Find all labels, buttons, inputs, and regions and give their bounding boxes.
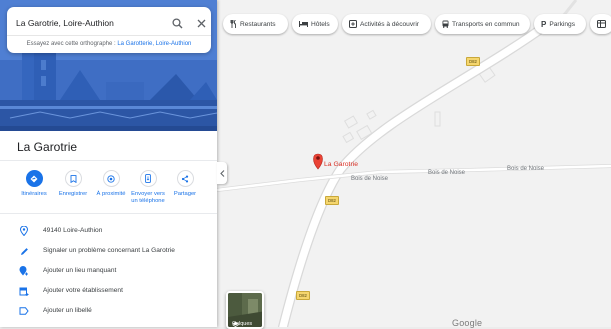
search-input[interactable] (16, 16, 156, 30)
chevron-left-icon (219, 169, 224, 177)
storefront-icon (18, 285, 30, 297)
place-actions: Itinéraires Enregistrer À proximité Envo… (12, 170, 212, 210)
layers-label: Calques (232, 321, 252, 327)
road-label: Bois de Noise (507, 166, 545, 172)
directions-icon (25, 170, 43, 187)
location-pin-icon (18, 225, 30, 237)
address-row[interactable]: 49140 Loire-Authion (0, 222, 217, 242)
suggestion-prefix: Essayez avec cette orthographe : (26, 41, 118, 47)
row-text: Ajouter votre établissement (43, 287, 123, 294)
add-missing-place-row[interactable]: Ajouter un lieu manquant (0, 262, 217, 282)
chip-parking[interactable]: P Parkings (534, 14, 586, 34)
report-problem-row[interactable]: Signaler un problème concernant La Garot… (0, 242, 217, 262)
chip-label: Activités à découvrir (360, 20, 419, 28)
directions-button[interactable]: Itinéraires (12, 170, 56, 198)
restaurant-icon (230, 20, 237, 28)
row-text: Signaler un problème concernant La Garot… (43, 247, 175, 254)
action-label-line2: un téléphone (131, 198, 165, 204)
search-box: Essayez avec cette orthographe : La Garo… (7, 7, 211, 53)
road-label: Bois de Noise (428, 170, 466, 176)
action-label: Partager (173, 191, 197, 197)
pin-label[interactable]: La Garotrie (324, 161, 358, 168)
place-panel: Essayez avec cette orthographe : La Garo… (0, 0, 217, 327)
layers-button[interactable]: Calques (226, 291, 264, 329)
chip-label: Hôtels (311, 20, 330, 28)
place-pin (313, 153, 323, 170)
divider (0, 160, 217, 161)
hotel-icon (299, 21, 308, 27)
road-shield: D82 (325, 196, 339, 205)
row-text: 49140 Loire-Authion (43, 227, 103, 234)
chip-transit[interactable]: Transports en commun (435, 14, 530, 34)
more-categories-icon (597, 20, 606, 28)
page-title: La Garotrie (17, 140, 78, 154)
road-shield: D82 (296, 291, 310, 300)
close-icon[interactable] (193, 15, 209, 31)
add-place-icon (18, 265, 30, 277)
add-business-row[interactable]: Ajouter votre établissement (0, 282, 217, 302)
label-icon (18, 305, 30, 317)
search-icon[interactable] (169, 15, 185, 31)
edit-icon (18, 245, 30, 257)
spelling-suggestion: Essayez avec cette orthographe : La Garo… (7, 35, 211, 54)
road-shield: D82 (466, 57, 480, 66)
bus-icon (442, 20, 449, 28)
row-text: Ajouter un lieu manquant (43, 267, 117, 274)
action-label: Itinéraires (21, 191, 47, 197)
suggestion-link[interactable]: La Garotterie, Loire-Authion (117, 41, 191, 47)
row-text: Ajouter un libellé (43, 307, 92, 314)
phone-icon (139, 170, 157, 187)
chip-restaurants[interactable]: Restaurants (223, 14, 288, 34)
divider (0, 213, 217, 214)
road-label: Bois de Noise (351, 176, 389, 182)
ticket-icon (349, 20, 357, 28)
bookmark-icon (64, 170, 82, 187)
share-button[interactable]: Partager (163, 170, 207, 198)
nearby-icon (102, 170, 120, 187)
chip-activities[interactable]: Activités à découvrir (342, 14, 431, 34)
add-label-row[interactable]: Ajouter un libellé (0, 302, 217, 322)
chip-more[interactable] (590, 14, 611, 34)
action-label-line1: Envoyer vers (131, 191, 165, 197)
chip-label: Restaurants (240, 20, 276, 28)
collapse-panel-button[interactable] (217, 162, 227, 184)
chip-label: Transports en commun (452, 20, 520, 28)
parking-icon: P (541, 19, 547, 29)
share-icon (176, 170, 194, 187)
chip-hotels[interactable]: Hôtels (292, 14, 338, 34)
chip-label: Parkings (549, 20, 575, 28)
